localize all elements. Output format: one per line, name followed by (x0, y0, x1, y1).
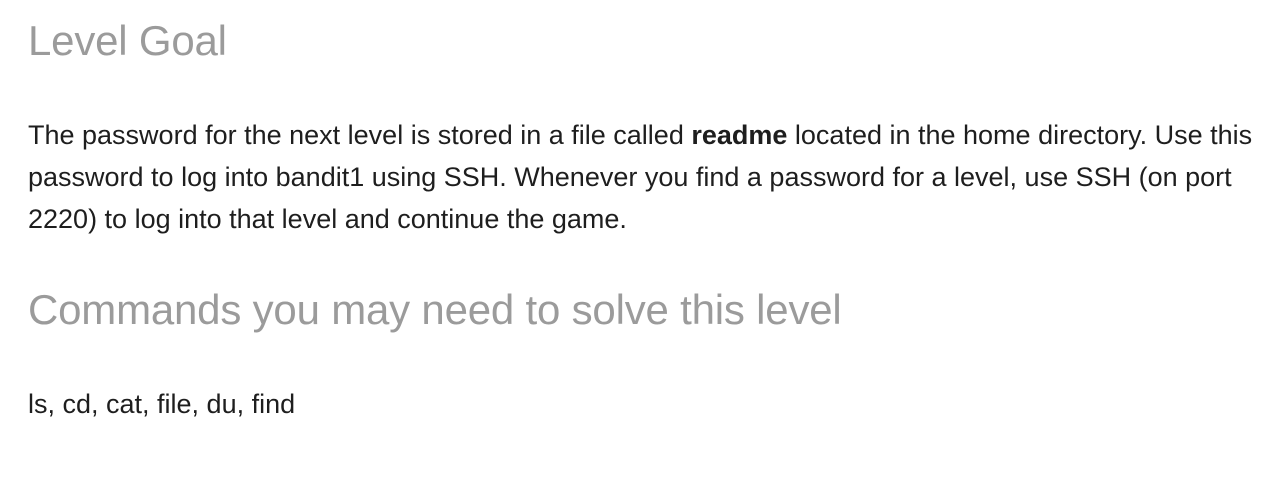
level-goal-description: The password for the next level is store… (28, 114, 1258, 240)
commands-list: ls, cd, cat, file, du, find (28, 389, 296, 419)
commands-heading: Commands you may need to solve this leve… (28, 286, 842, 333)
level-goal-text-start: The password for the next level is store… (28, 120, 692, 150)
readme-filename: readme (691, 120, 788, 150)
level-goal-heading: Level Goal (28, 17, 227, 64)
